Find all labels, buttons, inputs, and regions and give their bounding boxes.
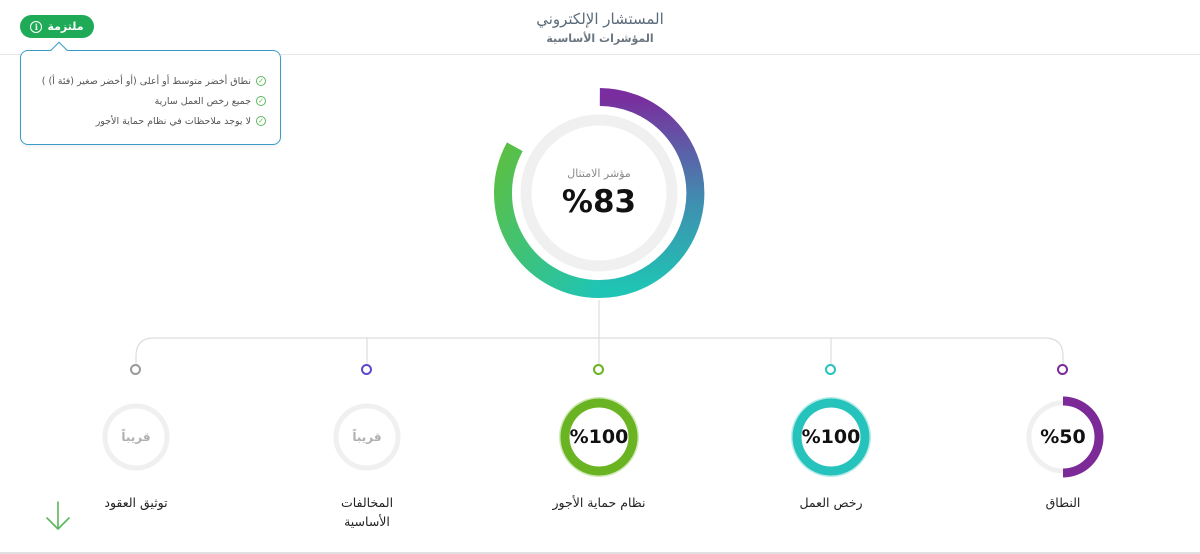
gauge-value: %50	[1040, 426, 1086, 448]
node-dot-work-permits	[825, 364, 836, 375]
compliance-value: %83	[561, 184, 637, 220]
gauge-value: %100	[569, 426, 629, 448]
indicator-label-scope: النطاق	[1045, 495, 1081, 510]
node-dot-contracts	[130, 364, 141, 375]
status-tooltip: ✓ نطاق أخضر متوسط أو أعلى (أو أخضر صغير (…	[20, 41, 281, 145]
gauge-wage-protection[interactable]: %100	[555, 393, 643, 481]
check-circle-icon: ✓	[256, 116, 266, 126]
gauge-coming-soon: قريباً	[352, 430, 382, 444]
indicator-label-wage-protection: نظام حماية الأجور	[552, 495, 646, 510]
header: المستشار الإلكتروني المؤشرات الأساسية	[0, 0, 1200, 55]
indicator-label-contracts: توثيق العقود	[104, 495, 168, 510]
indicator-label-violations: المخالفات الأساسية	[340, 495, 394, 529]
gauge-contracts: قريباً	[92, 393, 180, 481]
gauge-coming-soon: قريباً	[121, 430, 151, 444]
gauge-scope[interactable]: %50	[1019, 393, 1107, 481]
check-circle-icon: ✓	[256, 76, 266, 86]
node-dot-scope	[1057, 364, 1068, 375]
tooltip-item: ✓ نطاق أخضر متوسط أو أعلى (أو أخضر صغير (…	[42, 71, 266, 91]
node-dot-violations	[361, 364, 372, 375]
gauge-violations: قريباً	[323, 393, 411, 481]
info-icon[interactable]: i	[30, 20, 43, 33]
tooltip-item: ✓ لا يوجد ملاحظات في نظام حماية الأجور	[42, 111, 266, 131]
arrow-down-icon[interactable]	[45, 500, 71, 532]
page-subtitle: المؤشرات الأساسية	[546, 32, 654, 45]
compliance-label: مؤشر الامتثال	[567, 167, 631, 180]
compliance-status-badge[interactable]: ملتزمة i	[20, 15, 94, 38]
check-circle-icon: ✓	[256, 96, 266, 106]
page-title: المستشار الإلكتروني	[536, 10, 664, 28]
tooltip-item: ✓ جميع رخص العمل سارية	[42, 91, 266, 111]
node-dot-wage-protection	[593, 364, 604, 375]
gauge-work-permits[interactable]: %100	[787, 393, 875, 481]
indicator-label-work-permits: رخص العمل	[799, 495, 863, 510]
gauge-value: %100	[801, 426, 861, 448]
status-label: ملتزمة	[47, 20, 84, 33]
tree-branch	[135, 337, 1064, 366]
tooltip-list: ✓ نطاق أخضر متوسط أو أعلى (أو أخضر صغير (…	[42, 71, 266, 131]
